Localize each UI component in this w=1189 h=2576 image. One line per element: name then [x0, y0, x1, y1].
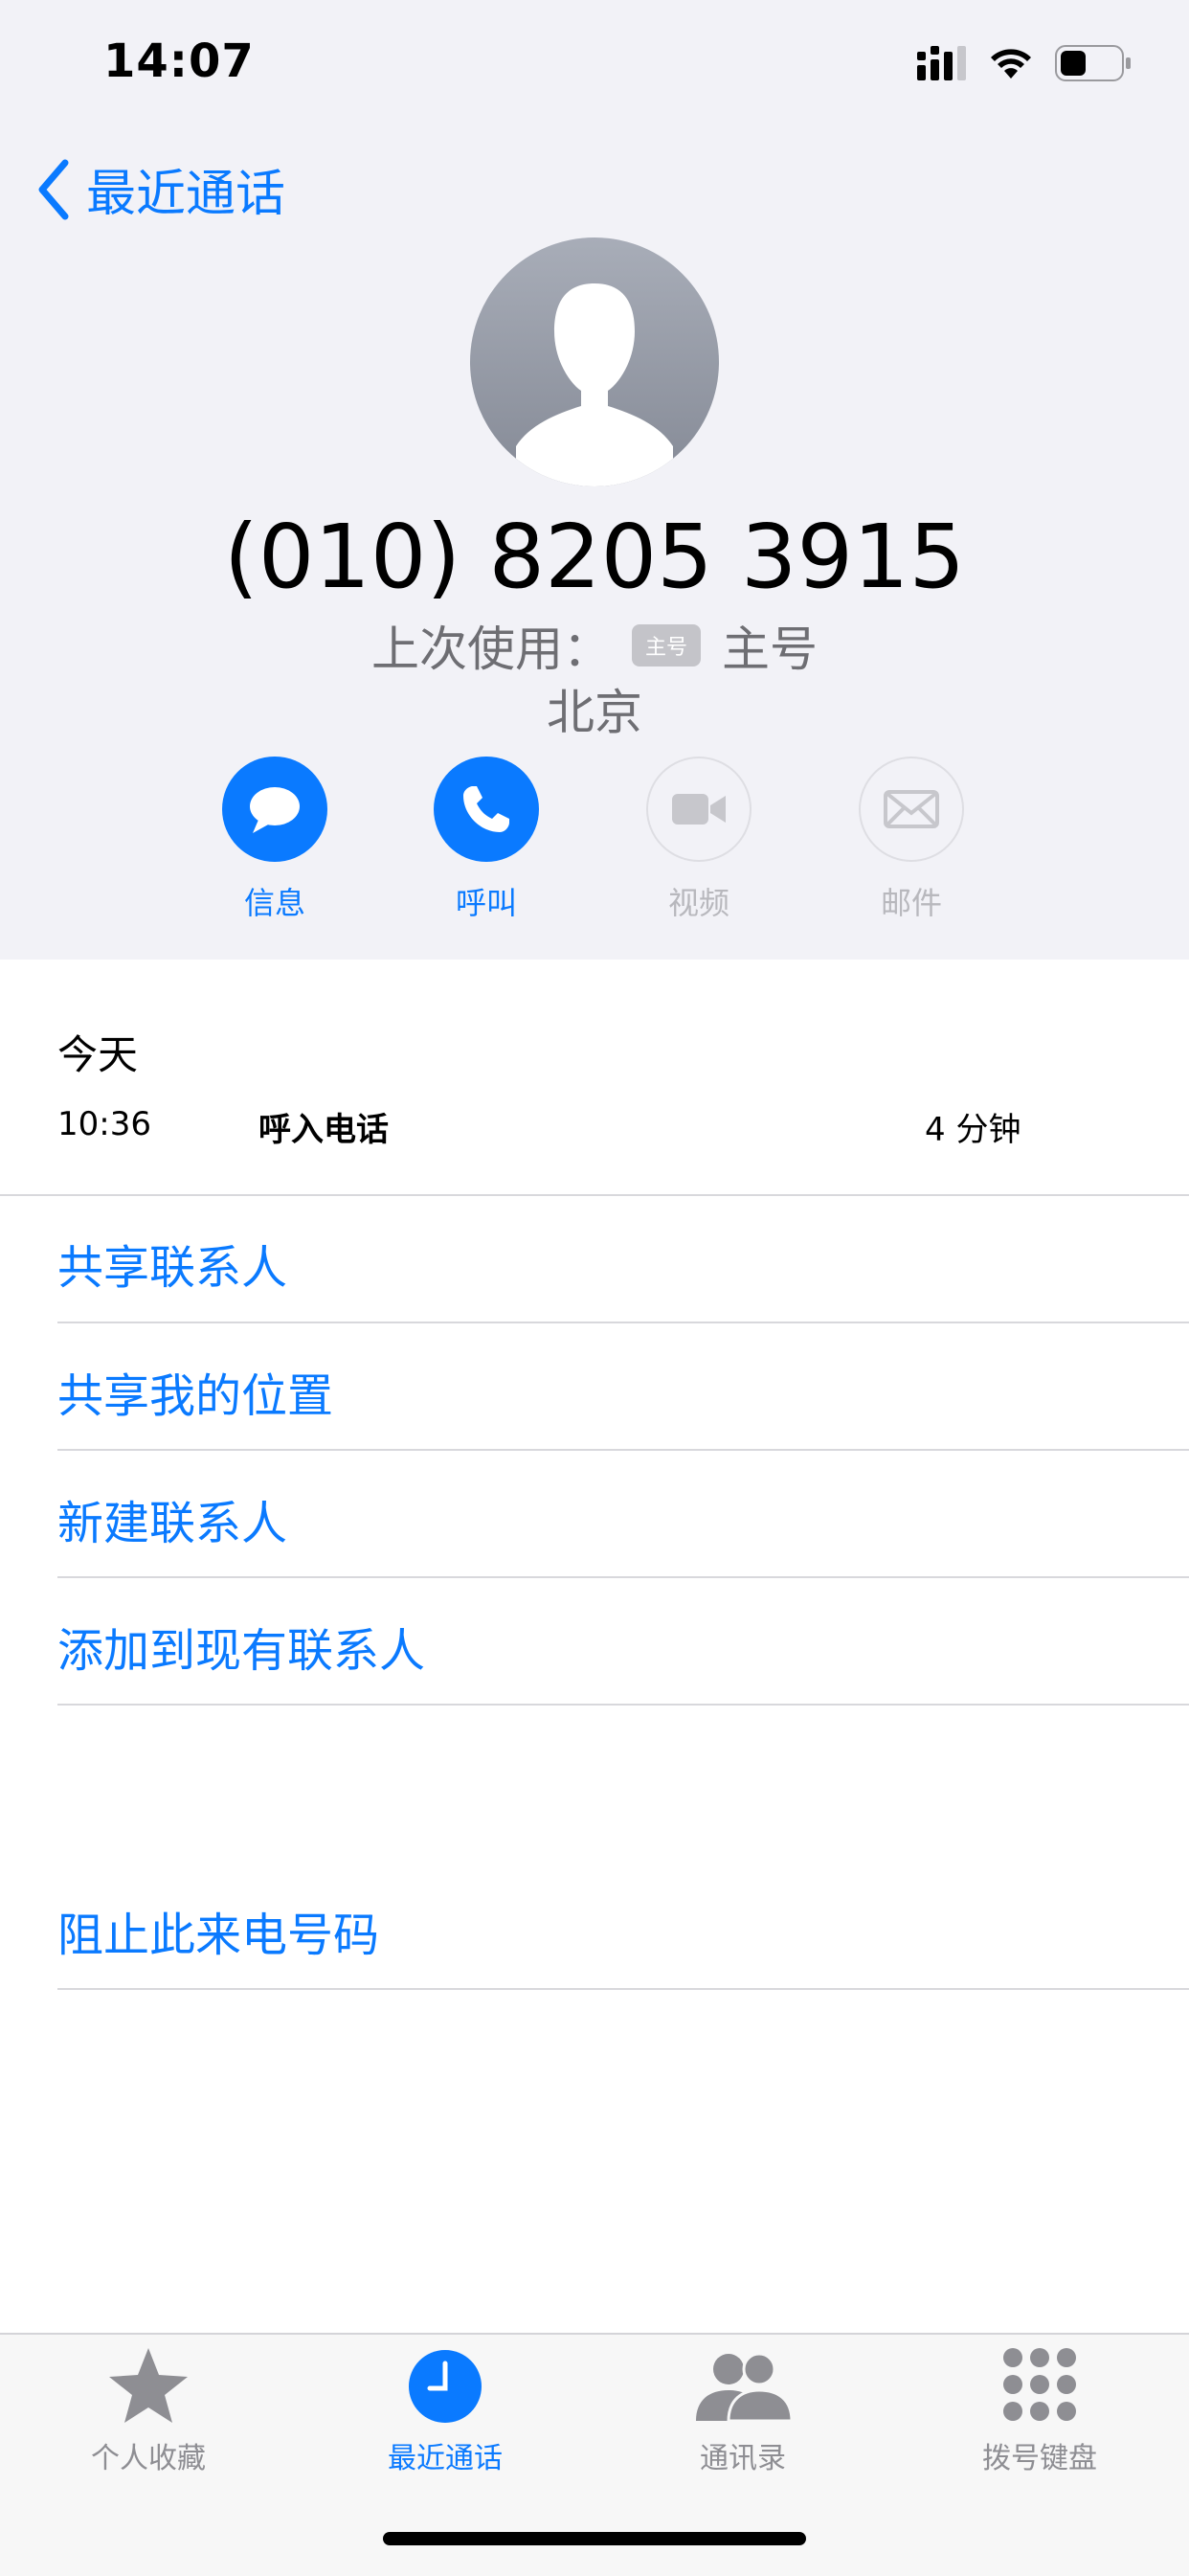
message-circle [222, 757, 327, 862]
video-icon [672, 794, 726, 825]
location: 北京 [547, 685, 642, 740]
status-icons [917, 42, 1132, 84]
tab-favorites-label: 个人收藏 [91, 2442, 206, 2475]
divider [0, 1194, 1189, 1196]
history-day: 今天 [57, 1031, 139, 1078]
call-time: 10:36 [57, 1105, 151, 1143]
tab-contacts-label: 通讯录 [700, 2442, 786, 2475]
tab-keypad[interactable]: 拨号键盘 [925, 2346, 1155, 2476]
call-button[interactable]: 呼叫 [410, 757, 563, 923]
tab-recents[interactable]: 最近通话 [330, 2346, 560, 2476]
tab-favorites[interactable]: 个人收藏 [34, 2346, 263, 2476]
block-caller-option[interactable]: 阻止此来电号码 [57, 1897, 379, 1964]
person-silhouette-icon [516, 283, 673, 486]
call-circle [434, 757, 539, 862]
divider [57, 1988, 1189, 1990]
star-icon [109, 2348, 188, 2423]
back-button[interactable]: 最近通话 [34, 153, 285, 225]
last-used-line: 上次使用： 主号 主号 [0, 611, 1189, 680]
keypad-icon [1003, 2348, 1076, 2421]
status-time: 14:07 [103, 34, 255, 88]
call-label: 呼叫 [455, 885, 517, 921]
tab-keypad-label: 拨号键盘 [982, 2442, 1097, 2475]
message-label: 信息 [243, 885, 305, 921]
line-badge: 主号 [631, 624, 701, 667]
contacts-icon [696, 2352, 794, 2423]
divider [57, 1704, 1189, 1706]
mail-button[interactable]: 邮件 [835, 757, 988, 923]
video-circle [646, 757, 752, 862]
line-name: 主号 [722, 621, 818, 677]
add-to-existing-contact-option[interactable]: 添加到现有联系人 [57, 1613, 425, 1680]
share-location-option[interactable]: 共享我的位置 [57, 1358, 333, 1425]
last-used-label: 上次使用： [370, 621, 611, 677]
video-button[interactable]: 视频 [622, 757, 775, 923]
divider [57, 1576, 1189, 1578]
call-type: 呼入电话 [258, 1111, 389, 1149]
message-icon [250, 787, 300, 833]
divider [57, 1322, 1189, 1323]
divider [57, 1449, 1189, 1451]
message-button[interactable]: 信息 [198, 757, 351, 923]
mail-label: 邮件 [880, 885, 942, 921]
back-label: 最近通话 [86, 166, 286, 223]
share-contact-option[interactable]: 共享联系人 [57, 1230, 287, 1297]
call-duration: 4 分钟 [925, 1111, 1021, 1149]
phone-number: (010) 8205 3915 [223, 506, 966, 608]
wifi-icon [991, 49, 1031, 79]
avatar [470, 237, 719, 486]
cellular-signal-icon [917, 46, 966, 80]
clock-icon [409, 2350, 482, 2423]
tab-contacts[interactable]: 通讯录 [628, 2346, 858, 2476]
create-contact-option[interactable]: 新建联系人 [57, 1485, 287, 1552]
battery-icon [1055, 45, 1131, 81]
phone-icon [463, 786, 509, 832]
video-label: 视频 [667, 885, 729, 921]
home-indicator[interactable] [383, 2532, 806, 2545]
mail-circle [859, 757, 964, 862]
tab-recents-label: 最近通话 [388, 2442, 503, 2475]
chevron-left-icon [38, 159, 69, 219]
mail-icon [884, 790, 939, 828]
